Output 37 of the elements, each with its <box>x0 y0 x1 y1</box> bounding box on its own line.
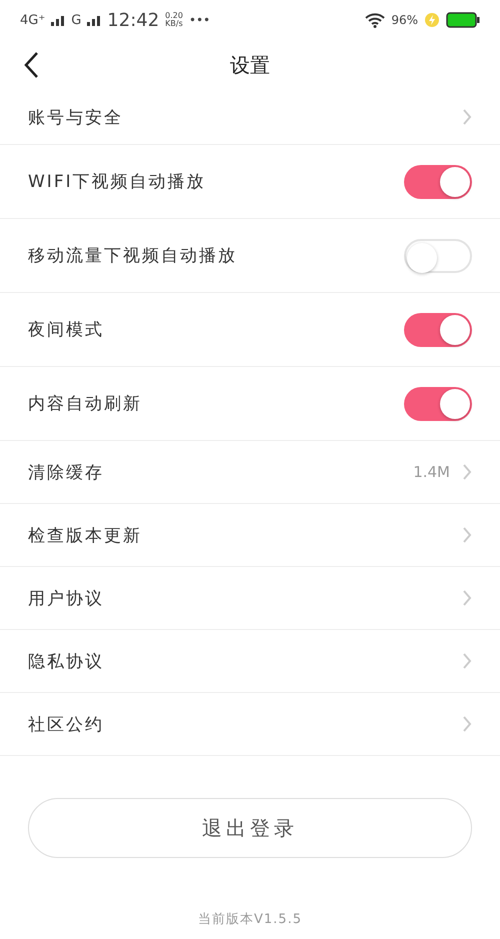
toggle-switch[interactable] <box>404 164 472 198</box>
more-indicator: ••• <box>188 13 210 27</box>
logout-button[interactable]: 退出登录 <box>28 798 472 858</box>
setting-label: WIFI下视频自动播放 <box>28 171 207 193</box>
chevron-right-icon <box>462 589 472 607</box>
setting-label: 用户协议 <box>28 588 105 610</box>
signal-icon <box>51 14 66 26</box>
signal-icon <box>87 14 102 26</box>
toggle-switch[interactable] <box>404 386 472 420</box>
network-speed: 0.20 <box>165 12 183 20</box>
setting-label: 隐私协议 <box>28 650 105 672</box>
chevron-right-icon <box>462 108 472 126</box>
network-type: G <box>71 12 82 28</box>
wifi-icon <box>365 12 386 28</box>
clock: 12:42 <box>107 10 160 30</box>
speed-unit: KB/s <box>165 20 183 28</box>
setting-label: 账号与安全 <box>28 106 124 128</box>
setting-label: 检查版本更新 <box>28 524 143 546</box>
battery-percent: 96% <box>391 13 418 27</box>
page-title: 设置 <box>230 52 270 78</box>
version-text: 当前版本V1.5.5 <box>198 912 302 927</box>
charging-icon <box>424 12 440 28</box>
chevron-right-icon <box>462 463 472 481</box>
setting-label: 移动流量下视频自动播放 <box>28 245 238 267</box>
chevron-right-icon <box>462 526 472 544</box>
chevron-right-icon <box>462 652 472 670</box>
battery-icon <box>446 12 480 28</box>
cache-size: 1.4M <box>413 463 450 481</box>
chevron-right-icon <box>462 715 472 733</box>
toggle-switch[interactable] <box>404 238 472 272</box>
setting-label: 夜间模式 <box>28 319 105 341</box>
network-type: 4G⁺ <box>20 12 46 28</box>
toggle-switch[interactable] <box>404 312 472 346</box>
setting-label: 社区公约 <box>28 714 105 736</box>
back-icon[interactable] <box>23 51 39 79</box>
setting-label: 清除缓存 <box>28 462 105 484</box>
setting-label: 内容自动刷新 <box>28 393 143 415</box>
